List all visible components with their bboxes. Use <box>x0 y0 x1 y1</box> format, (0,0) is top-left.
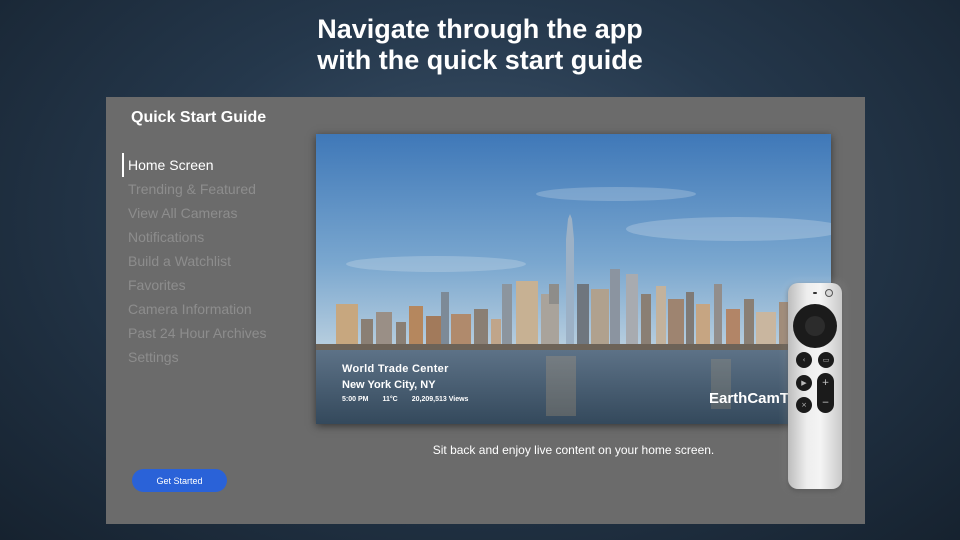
headline-line-1: Navigate through the app <box>317 14 643 44</box>
headline-line-2: with the quick start guide <box>317 45 643 75</box>
camera-temperature: 11°C <box>382 396 398 403</box>
clickpad-center <box>805 316 825 336</box>
camera-view-count: 20,209,513 Views <box>411 396 469 403</box>
remote-clickpad <box>793 304 837 348</box>
menu-item-favorites[interactable]: Favorites <box>122 273 302 297</box>
tv-icon: ▭ <box>818 352 834 368</box>
camera-preview[interactable]: World Trade Center New York City, NY 5:0… <box>316 134 831 424</box>
minus-icon: − <box>821 398 830 408</box>
play-pause-icon: ▶ <box>796 375 812 391</box>
menu-item-build-watchlist[interactable]: Build a Watchlist <box>122 249 302 273</box>
camera-location-subtitle: New York City, NY <box>342 379 436 391</box>
apple-tv-remote: ‹ ▭ ▶ × + − <box>788 283 842 489</box>
menu-item-past-24-hour-archives[interactable]: Past 24 Hour Archives <box>122 321 302 345</box>
get-started-button[interactable]: Get Started <box>132 469 227 492</box>
headline: Navigate through the app with the quick … <box>0 14 960 76</box>
menu-item-notifications[interactable]: Notifications <box>122 225 302 249</box>
camera-time: 5:00 PM <box>342 396 369 403</box>
earthcam-watermark: EarthCamTV <box>709 390 800 407</box>
camera-location-title: World Trade Center <box>342 363 449 375</box>
panel-title: Quick Start Guide <box>131 109 267 126</box>
menu-item-trending-featured[interactable]: Trending & Featured <box>122 177 302 201</box>
quick-start-panel: Quick Start Guide Home Screen Trending &… <box>106 97 865 524</box>
menu-item-settings[interactable]: Settings <box>122 345 302 369</box>
mute-icon: × <box>796 397 812 413</box>
guide-menu: Home Screen Trending & Featured View All… <box>122 153 302 369</box>
camera-stats: 5:00 PM 11°C 20,209,513 Views <box>342 396 468 403</box>
volume-rocker: + − <box>817 373 834 413</box>
menu-item-view-all-cameras[interactable]: View All Cameras <box>122 201 302 225</box>
menu-item-camera-information[interactable]: Camera Information <box>122 297 302 321</box>
remote-led <box>813 292 817 294</box>
power-icon <box>825 289 833 297</box>
menu-item-home-screen[interactable]: Home Screen <box>122 153 302 177</box>
guide-caption: Sit back and enjoy live content on your … <box>432 443 715 457</box>
back-icon: ‹ <box>796 352 812 368</box>
plus-icon: + <box>821 378 830 388</box>
